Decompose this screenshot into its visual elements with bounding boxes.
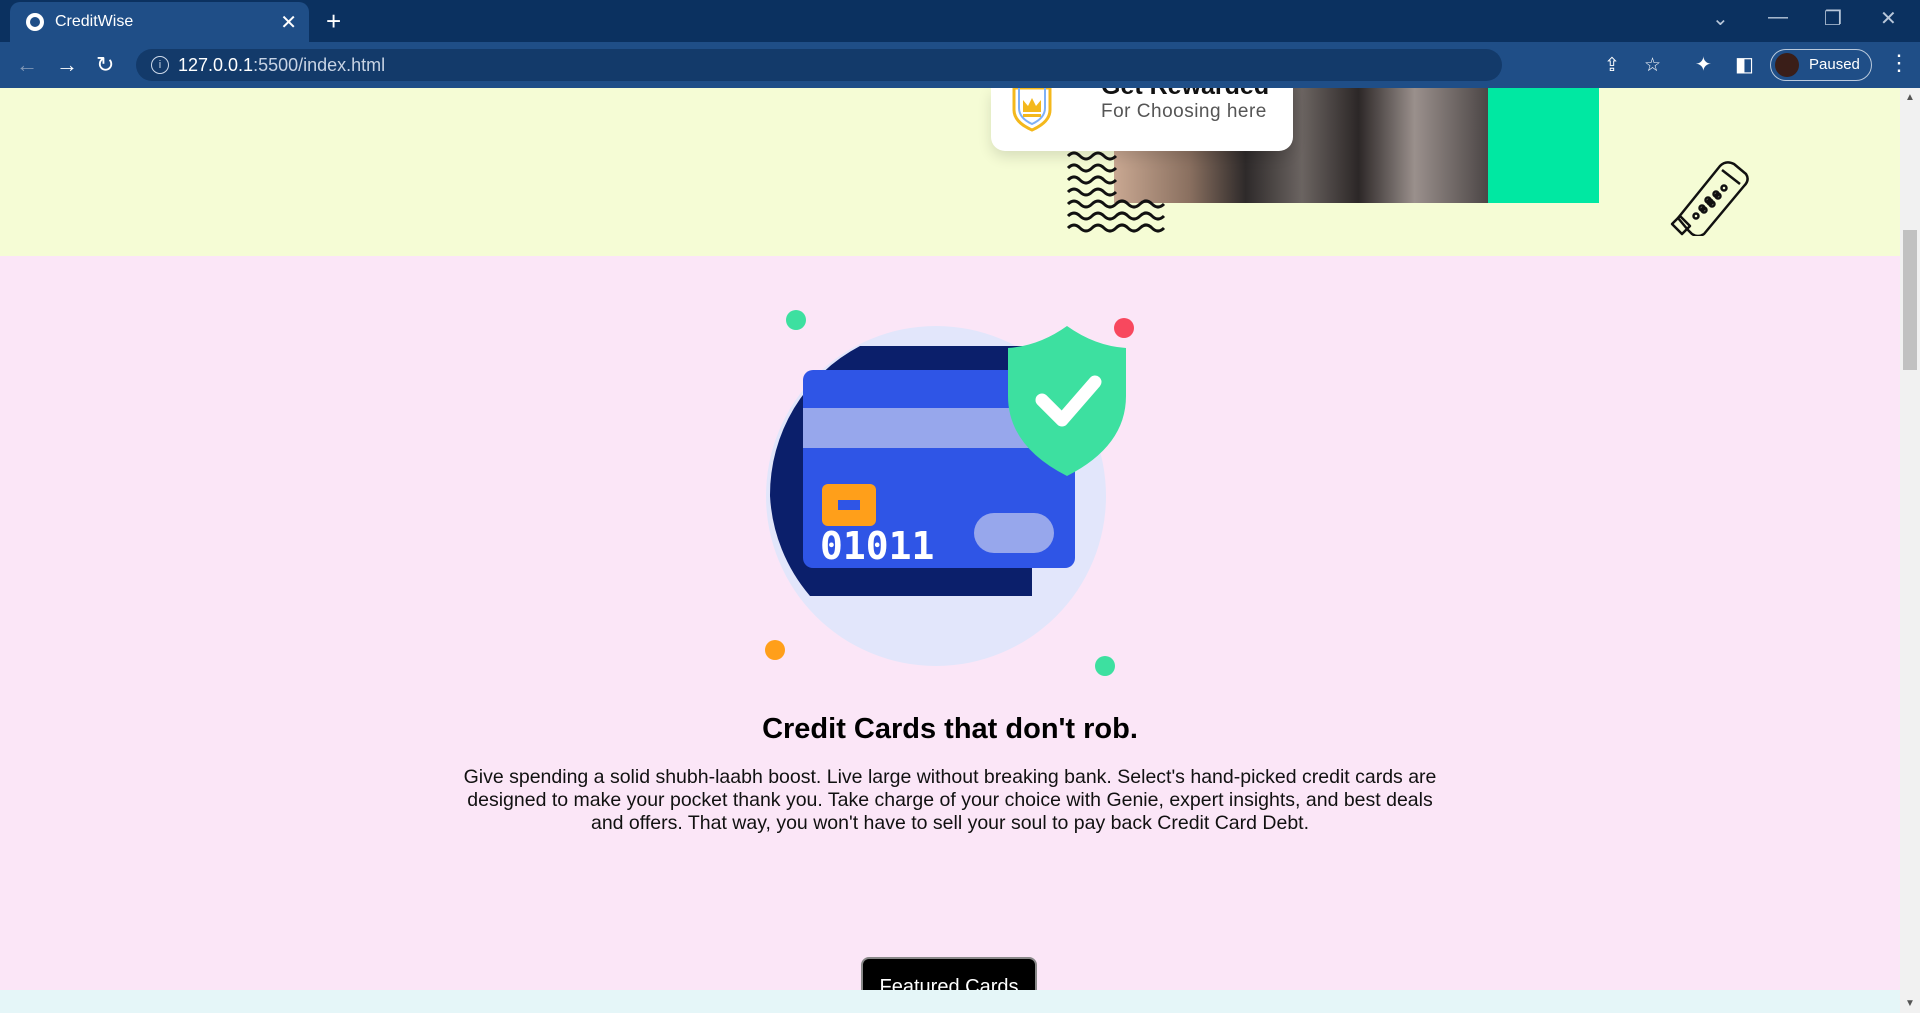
reload-icon[interactable]: ↻ [96,52,114,78]
back-icon[interactable]: ← [16,52,38,78]
browser-toolbar: ← → ↻ i 127.0.0.1:5500/index.html ⇪ ☆ ✦ … [0,42,1920,88]
share-icon[interactable]: ⇪ [1604,54,1620,77]
reward-card: Get Rewarded For Choosing here [991,88,1293,151]
scroll-down-arrow-icon[interactable]: ▼ [1905,998,1915,1009]
next-section [0,990,1900,1013]
close-window-icon[interactable]: ✕ [1880,6,1897,31]
credit-card-shield-illustration: 01011 [765,310,1134,676]
browser-menu-icon[interactable]: ⋮ [1888,50,1910,76]
card-terminal-icon [1670,161,1749,236]
tab-title: CreditWise [55,13,134,30]
reward-subtitle: For Choosing here [1101,101,1267,122]
minimize-icon[interactable]: — [1768,6,1788,29]
address-bar[interactable]: i 127.0.0.1:5500/index.html ⇪ ☆ [136,49,1661,81]
browser-tab[interactable]: CreditWise ✕ [10,2,309,42]
card-number: 01011 [820,524,934,568]
page-scrollbar[interactable]: ▲ ▼ [1900,88,1920,1013]
section-description: Give spending a solid shubh-laabh boost.… [463,766,1437,834]
forward-icon[interactable]: → [56,52,78,78]
reward-title: Get Rewarded [1101,88,1269,101]
profile-label: Paused [1809,56,1860,73]
url-text[interactable]: 127.0.0.1:5500/index.html [178,55,385,76]
close-tab-icon[interactable]: ✕ [280,10,297,35]
restore-icon[interactable]: ❐ [1824,6,1842,31]
browser-tab-strip: CreditWise ✕ + ⌄ — ❐ ✕ [0,0,1920,42]
extensions-icon[interactable]: ✦ [1695,52,1712,77]
wavy-lines-decoration [1066,151,1166,233]
scroll-thumb[interactable] [1903,230,1917,370]
globe-icon [26,13,44,31]
green-accent-block [1488,88,1599,203]
credit-cards-section: 01011 Credit Cards that don't rob. Give … [0,256,1900,1013]
bookmark-star-icon[interactable]: ☆ [1644,54,1661,77]
crown-badge-icon [1012,88,1052,132]
new-tab-icon[interactable]: + [326,6,341,37]
scroll-up-arrow-icon[interactable]: ▲ [1905,92,1915,103]
tab-search-icon[interactable]: ⌄ [1712,6,1729,31]
profile-button[interactable]: Paused [1770,49,1872,81]
section-headline: Credit Cards that don't rob. [762,713,1138,745]
page-viewport: Get Rewarded For Choosing here [0,88,1900,1013]
site-info-icon[interactable]: i [151,56,169,74]
side-panel-icon[interactable]: ◧ [1735,52,1754,77]
hero-section: Get Rewarded For Choosing here [0,88,1900,256]
avatar [1775,53,1799,77]
